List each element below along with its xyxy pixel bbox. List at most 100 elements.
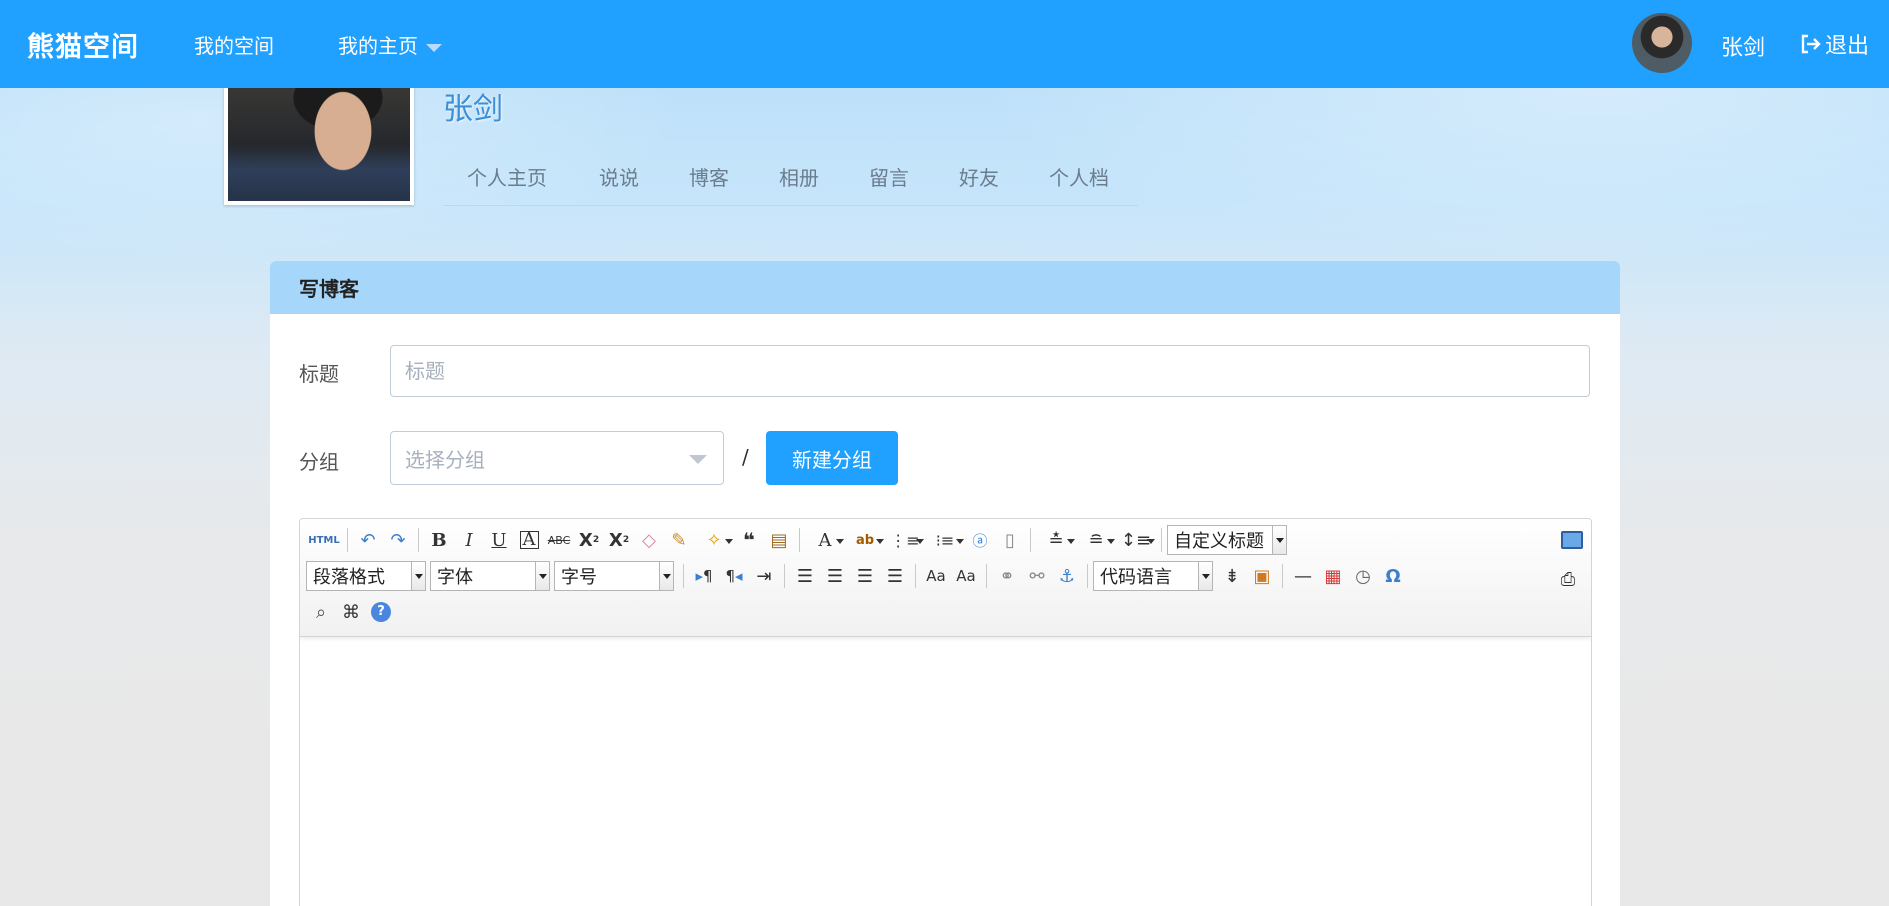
special-chars-icon[interactable]: Ω (1378, 562, 1408, 590)
undo-icon[interactable]: ↶ (353, 526, 383, 554)
toolbar-divider (799, 528, 800, 552)
write-blog-panel: 写博客 标题 分组 选择分组 / 新建分组 HTML ↶ ↷ B I U A A… (270, 261, 1620, 906)
font-color-icon[interactable]: A (805, 526, 845, 554)
tab-moments[interactable]: 说说 (599, 162, 639, 191)
group-label: 分组 (299, 450, 339, 474)
clear-doc-icon[interactable]: ▯ (995, 526, 1025, 554)
toolbar-divider (915, 564, 916, 588)
title-input[interactable] (390, 345, 1590, 397)
profile-image (228, 76, 410, 201)
editor-toolbar: HTML ↶ ↷ B I U A ABC X2 X2 ◇ ✎ ✧ ❝ ▤ A a… (300, 519, 1591, 637)
align-center-icon[interactable]: ☰ (820, 562, 850, 590)
chevron-down-icon (411, 562, 425, 590)
anchor-icon[interactable]: ⚓ (1052, 562, 1082, 590)
toolbar-divider (347, 528, 348, 552)
toolbar-divider (1087, 564, 1088, 588)
group-select[interactable]: 选择分组 (390, 431, 724, 485)
italic-icon[interactable]: I (454, 526, 484, 554)
tab-profile[interactable]: 个人档 (1049, 162, 1109, 191)
avatar[interactable] (1632, 13, 1692, 73)
new-group-button[interactable]: 新建分组 (766, 431, 898, 485)
superscript-icon[interactable]: X2 (574, 526, 604, 554)
ltr-icon[interactable]: ▸ ¶ (689, 562, 719, 590)
nav-my-homepage[interactable]: 我的主页 (338, 30, 442, 59)
time-icon[interactable]: ◷ (1348, 562, 1378, 590)
row-spacing-bottom-icon[interactable]: ≘ (1076, 526, 1116, 554)
paragraph-format-select[interactable]: 段落格式 (306, 561, 426, 591)
brand-logo[interactable]: 熊猫空间 (27, 25, 139, 64)
case-lower-icon[interactable]: Aa (951, 562, 981, 590)
editor-content-area[interactable] (300, 637, 1591, 906)
redo-icon[interactable]: ↷ (383, 526, 413, 554)
font-family-value: 字体 (437, 567, 473, 588)
toolbar-divider (418, 528, 419, 552)
custom-heading-select[interactable]: 自定义标题 (1167, 525, 1287, 555)
align-right-icon[interactable]: ☰ (850, 562, 880, 590)
chevron-down-icon (535, 562, 549, 590)
strikethrough-icon[interactable]: ABC (544, 526, 574, 554)
align-justify-icon[interactable]: ☰ (880, 562, 910, 590)
bold-icon[interactable]: B (424, 526, 454, 554)
help-icon[interactable]: ? (366, 598, 396, 626)
chevron-down-icon (689, 455, 707, 464)
font-size-value: 字号 (561, 567, 597, 588)
separator: / (742, 445, 749, 469)
tab-album[interactable]: 相册 (779, 162, 819, 191)
logout-icon (1801, 34, 1821, 54)
paragraph-format-value: 段落格式 (313, 567, 385, 588)
font-family-select[interactable]: 字体 (430, 561, 550, 591)
case-upper-icon[interactable]: Aa (921, 562, 951, 590)
code-language-value: 代码语言 (1100, 567, 1172, 588)
tab-messages[interactable]: 留言 (869, 162, 909, 191)
line-height-icon[interactable]: ↕≡ (1116, 526, 1156, 554)
chevron-down-icon (1272, 526, 1286, 554)
font-border-icon[interactable]: A (514, 526, 544, 554)
panel-title: 写博客 (270, 261, 1620, 314)
code-language-select[interactable]: 代码语言 (1093, 561, 1213, 591)
chevron-down-icon (426, 43, 442, 52)
preview-icon[interactable]: ⌕ (306, 598, 336, 626)
unlink-icon[interactable]: ⚯ (1022, 562, 1052, 590)
top-navbar: 熊猫空间 我的空间 我的主页 张剑 退出 (0, 0, 1889, 88)
search-replace-icon[interactable]: ⌘ (336, 598, 366, 626)
toolbar-row-1: HTML ↶ ↷ B I U A ABC X2 X2 ◇ ✎ ✧ ❝ ▤ A a… (306, 525, 1291, 555)
tab-blog[interactable]: 博客 (689, 162, 729, 191)
align-left-icon[interactable]: ☰ (790, 562, 820, 590)
page-break-icon[interactable]: ⇟ (1217, 562, 1247, 590)
horizontal-rule-icon[interactable]: — (1288, 562, 1318, 590)
toolbar-row-2: 段落格式 字体 字号 ▸¶ ¶◂ ⇥ ☰ ☰ ☰ ☰ Aa Aa ⚭ ⚯ ⚓ (306, 561, 1408, 591)
blockquote-icon[interactable]: ❝ (734, 526, 764, 554)
eraser-icon[interactable]: ◇ (634, 526, 664, 554)
toolbar-divider (1030, 528, 1031, 552)
tab-homepage[interactable]: 个人主页 (467, 162, 547, 191)
insert-image-icon[interactable]: ▣ (1247, 562, 1277, 590)
format-painter-icon[interactable]: ✎ (664, 526, 694, 554)
underline-icon[interactable]: U (484, 526, 514, 554)
unordered-list-icon[interactable]: ⁝≡ (925, 526, 965, 554)
select-all-icon[interactable]: ⓐ (965, 526, 995, 554)
profile-photo[interactable] (224, 72, 414, 205)
html-source-button[interactable]: HTML (306, 526, 342, 554)
nav-my-space[interactable]: 我的空间 (194, 30, 274, 59)
subscript-icon[interactable]: X2 (604, 526, 634, 554)
logout-label: 退出 (1825, 34, 1870, 59)
indent-icon[interactable]: ⇥ (749, 562, 779, 590)
fullscreen-icon[interactable] (1561, 531, 1583, 549)
link-icon[interactable]: ⚭ (992, 562, 1022, 590)
auto-format-icon[interactable]: ✧ (694, 526, 734, 554)
chevron-down-icon (1198, 562, 1212, 590)
title-label: 标题 (299, 362, 339, 386)
nav-username[interactable]: 张剑 (1721, 30, 1765, 62)
print-icon[interactable]: ⎙ (1553, 565, 1583, 593)
paste-plain-icon[interactable]: ▤ (764, 526, 794, 554)
ordered-list-icon[interactable]: ⋮≡ (885, 526, 925, 554)
date-icon[interactable]: ▦ (1318, 562, 1348, 590)
font-size-select[interactable]: 字号 (554, 561, 674, 591)
profile-tabs: 个人主页 说说 博客 相册 留言 好友 个人档 (443, 156, 1138, 206)
highlight-icon[interactable]: ab (845, 526, 885, 554)
rtl-icon[interactable]: ¶ ◂ (719, 562, 749, 590)
custom-heading-value: 自定义标题 (1174, 531, 1264, 552)
tab-friends[interactable]: 好友 (959, 162, 999, 191)
row-spacing-top-icon[interactable]: ≛ (1036, 526, 1076, 554)
logout-button[interactable]: 退出 (1799, 28, 1869, 60)
